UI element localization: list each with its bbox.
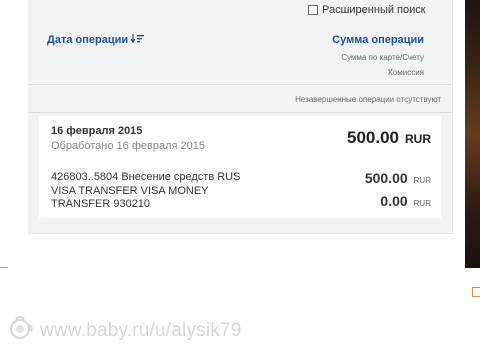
watermark: www.baby.ru/u/alysik79	[6, 316, 242, 345]
checkbox-icon[interactable]	[308, 5, 318, 15]
left-divider	[0, 267, 8, 268]
operation-processed-date: Обработано 16 февраля 2015	[51, 140, 205, 152]
advanced-search-label: Расширенный поиск	[322, 4, 426, 16]
description-line: TRANSFER 930210	[51, 198, 151, 210]
sort-desc-icon[interactable]	[130, 34, 145, 46]
operation-currency: RUR	[405, 132, 431, 146]
side-marker	[472, 287, 480, 297]
operation-description: 426803..5804 Внесение средств RUS VISA T…	[51, 171, 281, 212]
sum-subheader-commission: Комиссия	[388, 68, 424, 77]
date-column-header[interactable]: Дата операции	[47, 34, 128, 46]
card-amount-value: 500.00	[364, 170, 408, 186]
commission-value: 0.00	[380, 193, 408, 209]
commission-currency: RUR	[413, 199, 431, 208]
operation-amount-value: 500.00	[347, 128, 399, 147]
watermark-text: www.baby.ru/u/alysik79	[40, 319, 242, 341]
advanced-search-toggle[interactable]: Расширенный поиск	[308, 4, 426, 16]
sum-subheader-card: Сумма по карте/Счету	[341, 53, 424, 62]
description-line: VISA TRANSFER VISA MONEY	[51, 184, 209, 197]
pending-divider	[28, 112, 452, 113]
side-photo	[465, 0, 480, 268]
operation-date: 16 февраля 2015	[51, 125, 143, 137]
sum-column-header[interactable]: Сумма операции	[332, 34, 424, 46]
commission-amount: 0.00 RUR	[380, 193, 431, 209]
header-divider	[28, 84, 452, 85]
operation-amount: 500.00 RUR	[347, 128, 431, 148]
sort-by-date[interactable]: Дата операции	[47, 34, 145, 46]
description-line: 426803..5804 Внесение средств RUS	[51, 171, 241, 183]
card-amount-currency: RUR	[413, 176, 431, 185]
pending-operations-message: Незавершенные операции отсутствуют	[295, 95, 441, 104]
card-amount: 500.00 RUR	[365, 170, 431, 186]
operation-card[interactable]: 16 февраля 2015 Обработано 16 февраля 20…	[39, 116, 441, 218]
baby-logo-icon	[6, 316, 36, 345]
